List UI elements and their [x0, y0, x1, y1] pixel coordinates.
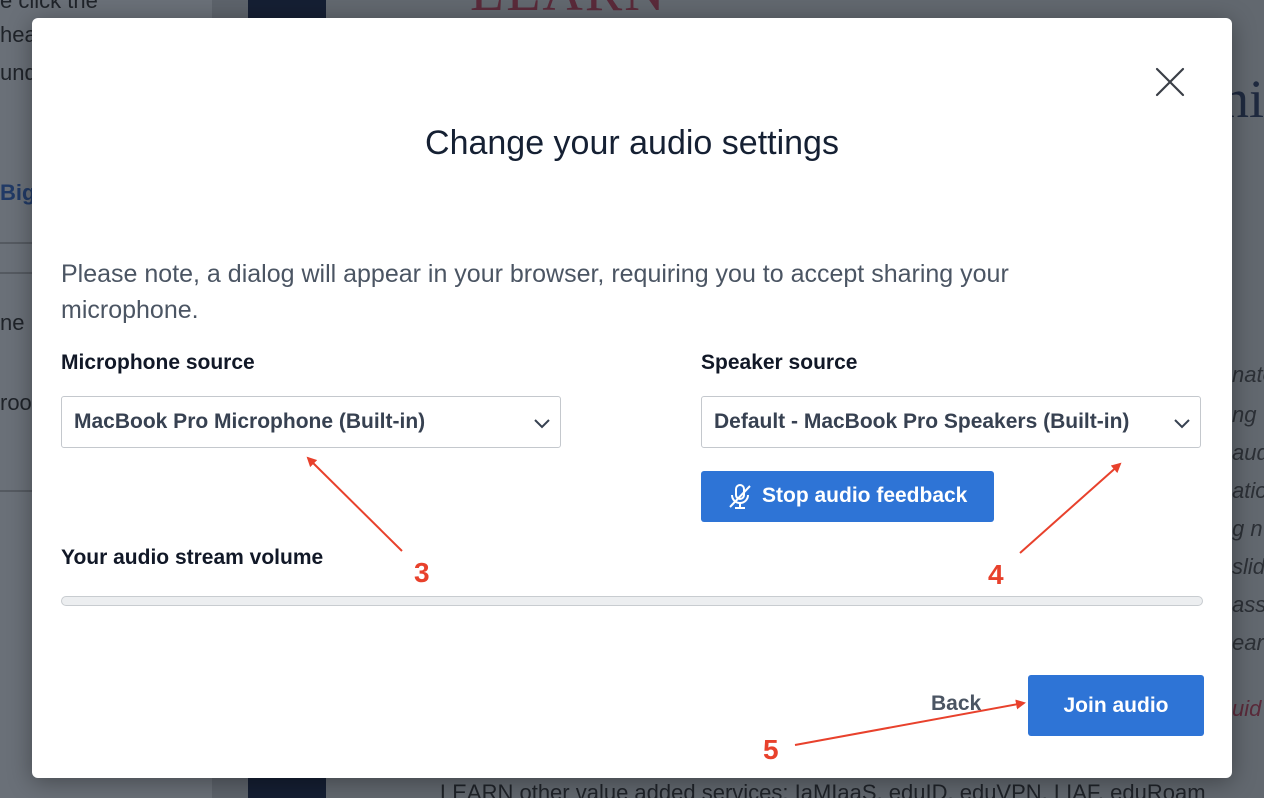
background-text: e click the: [0, 0, 98, 13]
speaker-source-label: Speaker source: [701, 351, 858, 374]
background-text: uid: [1232, 696, 1262, 721]
background-text: ass: [1232, 592, 1264, 617]
background-text: ng: [1232, 402, 1257, 427]
stop-audio-feedback-button[interactable]: Stop audio feedback: [701, 471, 994, 522]
chevron-down-icon: [534, 419, 550, 429]
annotation-number: 5: [763, 734, 779, 765]
audio-settings-dialog: Change your audio settings Please note, …: [32, 18, 1232, 778]
close-button[interactable]: [1150, 62, 1190, 102]
annotation-number: 4: [988, 559, 1004, 590]
background-text: aud: [1232, 440, 1264, 465]
background-text: nato: [1232, 362, 1264, 387]
volume-label: Your audio stream volume: [61, 546, 324, 569]
background-text: atio: [1232, 478, 1264, 503]
background-text: roo: [0, 390, 32, 415]
dialog-title: Change your audio settings: [425, 124, 839, 162]
background-bottom-text: LEARN other value added services: IaMIaa…: [440, 780, 1206, 798]
chevron-down-icon: [1174, 419, 1190, 429]
microphone-source-label: Microphone source: [61, 351, 255, 374]
back-button[interactable]: Back: [927, 690, 985, 718]
background-text: slid: [1232, 554, 1264, 579]
join-audio-button[interactable]: Join audio: [1028, 675, 1204, 736]
microphone-off-icon: [729, 484, 751, 509]
background-text: g n: [1232, 516, 1263, 541]
close-icon: [1155, 67, 1185, 97]
speaker-source-select[interactable]: Default - MacBook Pro Speakers (Built-in…: [701, 396, 1201, 448]
permission-note: Please note, a dialog will appear in you…: [61, 260, 1009, 324]
annotation-number: 3: [414, 557, 430, 588]
speaker-source-value: Default - MacBook Pro Speakers (Built-in…: [714, 410, 1130, 433]
microphone-source-select[interactable]: MacBook Pro Microphone (Built-in): [61, 396, 561, 448]
background-text: ear: [1232, 630, 1264, 655]
volume-meter: [61, 596, 1203, 606]
microphone-source-value: MacBook Pro Microphone (Built-in): [74, 410, 426, 433]
stop-audio-feedback-label: Stop audio feedback: [762, 484, 968, 507]
